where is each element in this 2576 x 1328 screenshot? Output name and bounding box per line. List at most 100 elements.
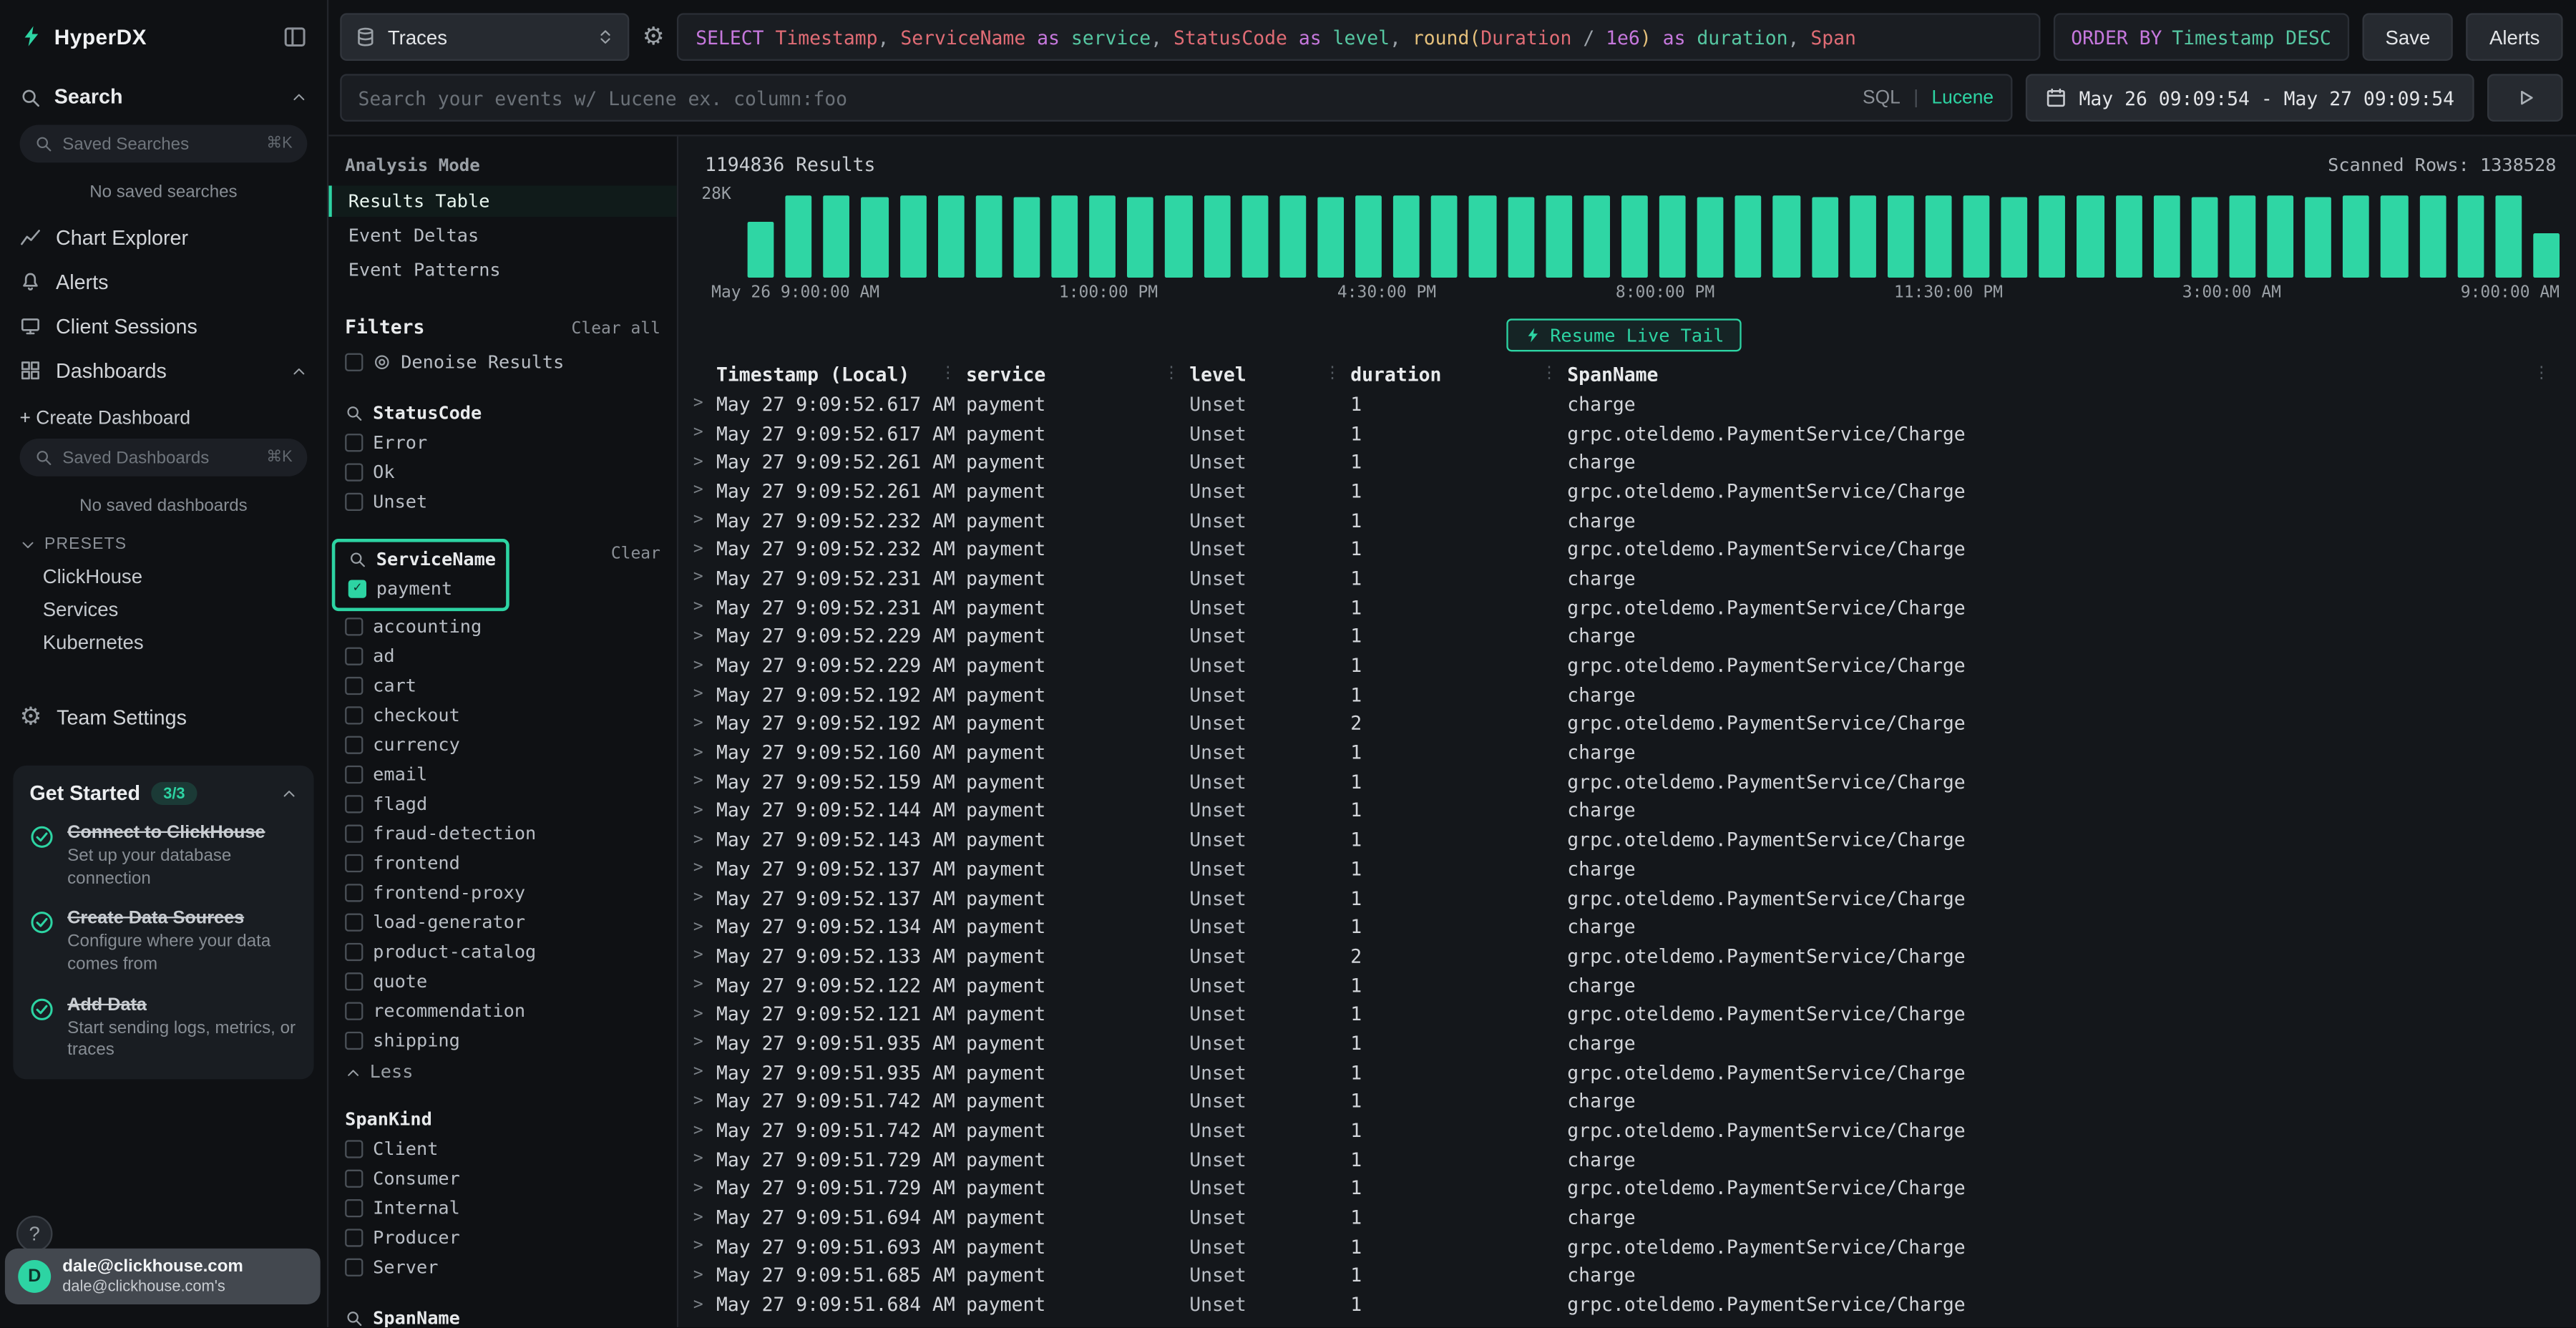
table-row[interactable]: >May 27 9:09:52.229 AMpaymentUnset1grpc.… (688, 651, 2560, 680)
table-row[interactable]: >May 27 9:09:51.742 AMpaymentUnset1charg… (688, 1087, 2560, 1116)
row-expand-chevron-icon[interactable]: > (688, 743, 716, 761)
table-row[interactable]: >May 27 9:09:52.134 AMpaymentUnset1charg… (688, 912, 2560, 942)
preset-item-kubernetes[interactable]: Kubernetes (0, 626, 327, 659)
histogram-bar[interactable] (1204, 195, 1230, 278)
column-header-spanname[interactable]: SpanName⋮ (1567, 362, 2560, 385)
row-expand-chevron-icon[interactable]: > (688, 976, 716, 994)
histogram-bar[interactable] (1089, 195, 1116, 278)
column-header-level[interactable]: level⋮ (1189, 362, 1350, 385)
checkbox[interactable] (345, 735, 363, 753)
row-expand-chevron-icon[interactable]: > (688, 918, 716, 936)
checkbox[interactable] (345, 942, 363, 960)
histogram-bar[interactable] (1849, 195, 1875, 278)
sidebar-item-alerts[interactable]: Alerts (0, 260, 327, 304)
analysis-mode-results-table[interactable]: Results Table (328, 185, 677, 217)
sidebar-section-search[interactable]: Search (0, 72, 327, 115)
get-started-item[interactable]: Add DataStart sending logs, metrics, or … (29, 995, 297, 1063)
checkbox[interactable] (345, 1001, 363, 1019)
table-row[interactable]: >May 27 9:09:52.261 AMpaymentUnset1grpc.… (688, 477, 2560, 506)
row-expand-chevron-icon[interactable]: > (688, 453, 716, 471)
checkbox[interactable] (345, 1031, 363, 1049)
histogram-bar[interactable] (2419, 195, 2446, 278)
histogram-bar[interactable] (1128, 197, 1154, 278)
checkbox[interactable] (345, 1169, 363, 1187)
checkbox[interactable] (345, 492, 363, 510)
checkbox[interactable] (345, 1139, 363, 1157)
histogram-bar[interactable] (1507, 197, 1533, 278)
sidebar-item-dashboards[interactable]: Dashboards (0, 348, 327, 393)
histogram-bar[interactable] (2305, 197, 2331, 278)
histogram-bar[interactable] (1355, 195, 1382, 278)
table-row[interactable]: >May 27 9:09:52.231 AMpaymentUnset1charg… (688, 564, 2560, 593)
histogram-bar[interactable] (1051, 195, 1078, 278)
facet-option-checkout[interactable]: checkout (328, 700, 677, 729)
facet-option-frontend[interactable]: frontend (328, 848, 677, 877)
mode-sql-toggle[interactable]: SQL (1863, 88, 1901, 108)
checkbox[interactable] (345, 972, 363, 990)
histogram-bar[interactable] (786, 195, 812, 278)
table-row[interactable]: >May 27 9:09:51.935 AMpaymentUnset1grpc.… (688, 1058, 2560, 1087)
table-row[interactable]: >May 27 9:09:52.192 AMpaymentUnset2grpc.… (688, 709, 2560, 738)
clear-all-filters-link[interactable]: Clear all (572, 321, 660, 338)
resume-live-tail-button[interactable]: Resume Live Tail (1506, 318, 1742, 351)
facet-option-payment[interactable]: ✓payment (335, 573, 506, 602)
get-started-item[interactable]: Connect to ClickHouseSet up your databas… (29, 823, 297, 891)
checkbox[interactable] (345, 912, 363, 930)
histogram-bar[interactable] (1887, 195, 1913, 278)
column-header-timestamp-local-[interactable]: Timestamp (Local)⋮ (716, 362, 966, 385)
sql-query-editor[interactable]: SELECT Timestamp, ServiceName as service… (678, 13, 2040, 61)
checkbox[interactable] (345, 1258, 363, 1276)
histogram-bar[interactable] (2001, 197, 2028, 278)
row-expand-chevron-icon[interactable]: > (688, 715, 716, 733)
table-row[interactable]: >May 27 9:09:52.160 AMpaymentUnset1charg… (688, 738, 2560, 767)
checkbox[interactable]: ✓ (348, 579, 366, 597)
histogram-bar[interactable] (1546, 195, 1572, 278)
facet-option-product-catalog[interactable]: product-catalog (328, 937, 677, 966)
table-row[interactable]: >May 27 9:09:52.137 AMpaymentUnset1charg… (688, 854, 2560, 884)
histogram-bar[interactable] (2115, 195, 2142, 278)
table-row[interactable]: >May 27 9:09:52.617 AMpaymentUnset1grpc.… (688, 419, 2560, 448)
source-settings-gear-icon[interactable]: ⚙ (643, 24, 665, 49)
save-button[interactable]: Save (2362, 13, 2453, 61)
histogram-bar[interactable] (862, 197, 888, 278)
column-resize-handle[interactable]: ⋮ (940, 365, 956, 383)
histogram-bar[interactable] (2533, 234, 2560, 278)
table-row[interactable]: >May 27 9:09:52.617 AMpaymentUnset1charg… (688, 389, 2560, 419)
presets-toggle[interactable]: PRESETS (0, 516, 327, 560)
column-resize-handle[interactable]: ⋮ (1163, 365, 1179, 383)
row-expand-chevron-icon[interactable]: > (688, 598, 716, 616)
row-expand-chevron-icon[interactable]: > (688, 656, 716, 674)
checkbox[interactable] (345, 854, 363, 872)
row-expand-chevron-icon[interactable]: > (688, 540, 716, 558)
histogram-bar[interactable] (1469, 195, 1496, 278)
histogram-bar[interactable] (2153, 195, 2180, 278)
row-expand-chevron-icon[interactable]: > (688, 1296, 716, 1314)
analysis-mode-event-patterns[interactable]: Event Patterns (328, 255, 677, 286)
row-expand-chevron-icon[interactable]: > (688, 511, 716, 529)
facet-collapse-toggle[interactable]: Less (328, 1055, 677, 1083)
row-expand-chevron-icon[interactable]: > (688, 569, 716, 587)
facet-header-StatusCode[interactable]: StatusCode (328, 399, 677, 427)
row-expand-chevron-icon[interactable]: > (688, 482, 716, 500)
denoise-results-checkbox[interactable]: Denoise Results (328, 348, 677, 376)
row-expand-chevron-icon[interactable]: > (688, 860, 716, 878)
facet-option-shipping[interactable]: shipping (328, 1025, 677, 1055)
histogram-bar[interactable] (1431, 195, 1458, 278)
histogram-bar[interactable] (824, 195, 850, 278)
order-by-editor[interactable]: ORDER BY Timestamp DESC (2053, 13, 2349, 61)
histogram-bar[interactable] (1013, 197, 1040, 278)
row-expand-chevron-icon[interactable]: > (688, 1092, 716, 1110)
saved-searches-input[interactable]: Saved Searches ⌘K (20, 125, 308, 162)
table-row[interactable]: >May 27 9:09:52.232 AMpaymentUnset1grpc.… (688, 534, 2560, 564)
histogram-bar[interactable] (1279, 195, 1306, 278)
table-row[interactable]: >May 27 9:09:52.192 AMpaymentUnset1charg… (688, 680, 2560, 709)
sidebar-item-chart-explorer[interactable]: Chart Explorer (0, 215, 327, 260)
histogram-bar[interactable] (937, 195, 964, 278)
facet-option-Unset[interactable]: Unset (328, 487, 677, 516)
histogram-bar[interactable] (1811, 197, 1838, 278)
table-row[interactable]: >May 27 9:09:51.729 AMpaymentUnset1grpc.… (688, 1174, 2560, 1204)
histogram-bar[interactable] (1735, 195, 1762, 278)
histogram-bar[interactable] (1317, 197, 1344, 278)
facet-option-accounting[interactable]: accounting (328, 611, 677, 640)
facet-option-currency[interactable]: currency (328, 729, 677, 758)
